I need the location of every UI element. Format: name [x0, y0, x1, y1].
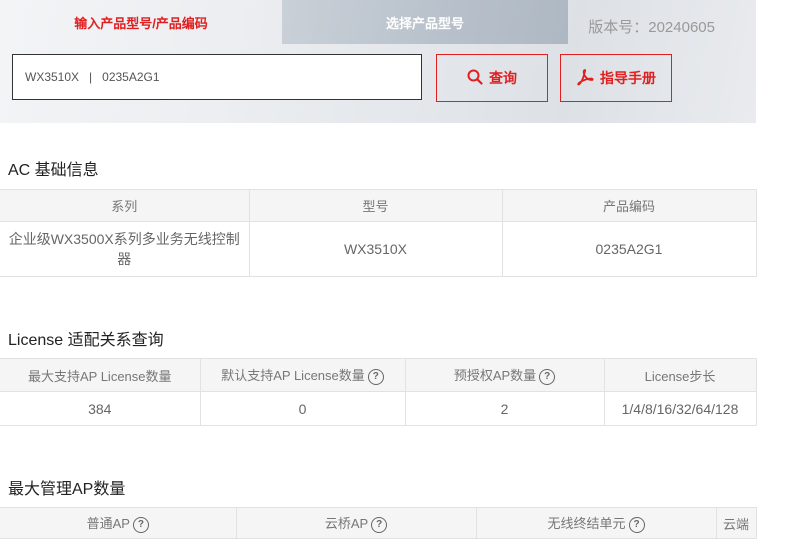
query-button-label: 查询	[489, 70, 517, 86]
col-header-terminal-unit: 无线终结单元?	[475, 507, 717, 539]
version-label: 版本号：20240605	[588, 19, 715, 36]
header-banner: 输入产品型号/产品编码 选择产品型号 版本号：20240605 WX3510X …	[0, 0, 756, 123]
help-icon[interactable]: ?	[371, 516, 388, 533]
license-title: License 适配关系查询	[8, 332, 164, 349]
search-input-value: WX3510X | 0235A2G1	[25, 70, 160, 84]
pdf-icon	[576, 68, 594, 89]
col-header-bridge-ap: 云桥AP?	[235, 507, 477, 539]
terminal-unit-label: 无线终结单元	[547, 516, 626, 532]
col-header-max-license: 最大支持AP License数量	[0, 358, 201, 392]
help-icon[interactable]: ?	[132, 516, 149, 533]
max-ap-title: 最大管理AP数量	[8, 481, 126, 498]
table-header-row: 最大支持AP License数量 默认支持AP License数量? 预授权AP…	[0, 358, 757, 392]
table-row: 384 0 2 1/4/8/16/32/64/128	[0, 391, 757, 426]
col-header-normal-ap: 普通AP?	[0, 507, 237, 539]
table-row: 企业级WX3500X系列多业务无线控制器 WX3510X 0235A2G1	[0, 221, 757, 277]
col-header-model: 型号	[248, 189, 503, 222]
search-icon	[467, 69, 483, 88]
cell-max-license: 384	[0, 391, 201, 426]
cell-code: 0235A2G1	[501, 221, 757, 277]
tab-select-model[interactable]: 选择产品型号	[282, 0, 568, 44]
help-icon[interactable]: ?	[628, 516, 645, 533]
help-icon[interactable]: ?	[367, 368, 384, 385]
help-icon[interactable]: ?	[539, 368, 556, 385]
col-header-default-license: 默认支持AP License数量?	[199, 358, 406, 392]
col-header-series: 系列	[0, 189, 250, 222]
col-header-code: 产品编码	[501, 189, 757, 222]
cell-model: WX3510X	[248, 221, 503, 277]
ac-info-table: 系列 型号 产品编码 企业级WX3500X系列多业务无线控制器 WX3510X …	[0, 189, 757, 277]
normal-ap-label: 普通AP	[86, 516, 130, 532]
cell-step: 1/4/8/16/32/64/128	[603, 391, 757, 426]
default-license-label: 默认支持AP License数量	[221, 368, 365, 384]
max-ap-table: 普通AP? 云桥AP? 无线终结单元? 云端	[0, 507, 757, 539]
license-table: 最大支持AP License数量 默认支持AP License数量? 预授权AP…	[0, 358, 757, 426]
ac-info-title: AC 基础信息	[8, 162, 99, 179]
cell-series: 企业级WX3500X系列多业务无线控制器	[0, 221, 250, 277]
search-input[interactable]: WX3510X | 0235A2G1	[12, 54, 422, 100]
query-button[interactable]: 查询	[436, 54, 548, 102]
manual-button[interactable]: 指导手册	[560, 54, 672, 102]
col-header-step: License步长	[603, 358, 757, 392]
tab-input-product[interactable]: 输入产品型号/产品编码	[0, 0, 282, 44]
cell-default-license: 0	[199, 391, 406, 426]
manual-button-label: 指导手册	[600, 70, 656, 86]
bridge-ap-label: 云桥AP	[324, 516, 369, 532]
table-header-row: 系列 型号 产品编码	[0, 189, 757, 222]
preauth-label: 预授权AP数量	[453, 368, 537, 384]
table-header-row: 普通AP? 云桥AP? 无线终结单元? 云端	[0, 507, 757, 539]
cell-preauth: 2	[404, 391, 605, 426]
col-header-cloud: 云端	[715, 507, 757, 539]
col-header-preauth: 预授权AP数量?	[404, 358, 605, 392]
